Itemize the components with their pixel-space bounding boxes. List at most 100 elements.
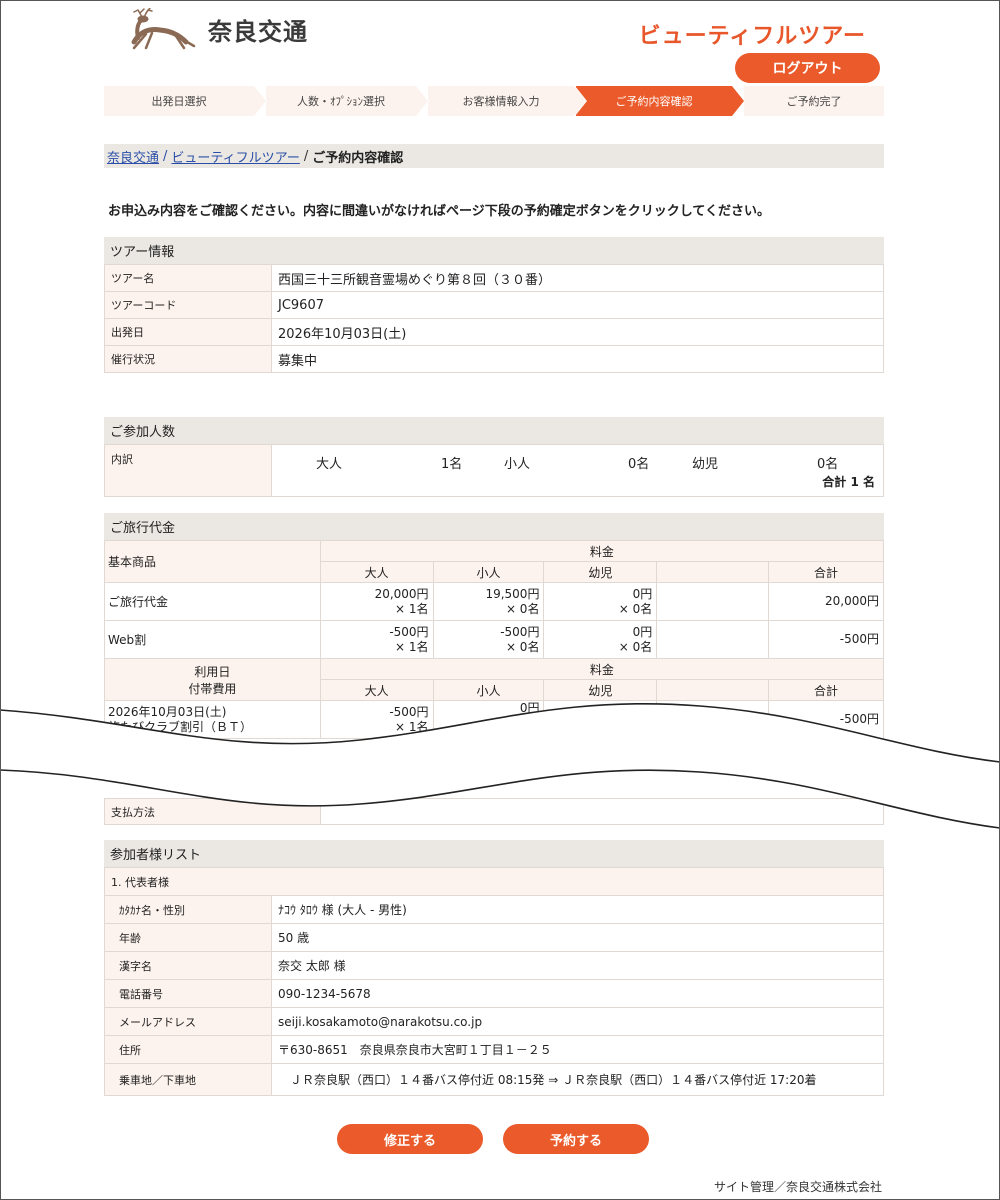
table-row: 1. 代表者様 xyxy=(104,867,884,896)
price-value: 0円 xyxy=(632,624,653,639)
child-price: 19,500円 × 0名 xyxy=(432,582,545,621)
step-date: 出発日選択 xyxy=(104,86,267,116)
section-title: 参加者様リスト xyxy=(104,840,884,867)
logout-button[interactable]: ログアウト xyxy=(735,53,880,83)
col-adult: 大人 xyxy=(319,679,434,701)
departure-date: 2026年10月03日(土) xyxy=(271,318,884,346)
notice-text: お申込み内容をご確認ください。内容に間違いがなければページ下段の予約確定ボタンを… xyxy=(108,204,770,219)
adult-price: -500円 × 1名 xyxy=(319,620,434,659)
row-label: 催行状況 xyxy=(104,345,272,373)
breadcrumb-link-tour[interactable]: ビューティフルツアー xyxy=(171,147,299,166)
table-row: ｶﾀｶﾅ名・性別 ﾅｺｳ ﾀﾛｳ 様 (大人 - 男性) xyxy=(104,895,884,924)
table-row: 住所 〒630-8651 奈良県奈良市大宮町１丁目１－２５ xyxy=(104,1035,884,1064)
adult-count: 1名 xyxy=(441,457,463,472)
section-title: ご旅行代金 xyxy=(104,513,884,540)
price-count: × 1名 xyxy=(395,601,429,616)
price-count: × 0名 xyxy=(505,601,540,616)
step-label: 出発日選択 xyxy=(151,95,207,108)
col-child: 小人 xyxy=(432,679,545,701)
adult-price: 20,000円 × 1名 xyxy=(319,582,434,621)
tour-status: 募集中 xyxy=(271,345,884,373)
boarding-info: ＪＲ奈良駅（西口）１４番バス停付近 08:15発 ⇒ ＪＲ奈良駅（西口）１４番バ… xyxy=(271,1063,884,1096)
page-break-wave xyxy=(0,702,1000,829)
row-label: ｶﾀｶﾅ名・性別 xyxy=(104,895,272,924)
email-address: seiji.kosakamoto@narakotsu.co.jp xyxy=(271,1007,884,1036)
col-adult: 大人 xyxy=(319,561,434,583)
brand-title: ビューティフルツアー xyxy=(638,24,866,49)
base-product-label: 基本商品 xyxy=(104,540,321,583)
row-label: ご旅行代金 xyxy=(104,582,321,621)
row-label: 乗車地／下車地 xyxy=(104,1063,272,1096)
participants-table: 内訳 大人 1名 小人 0名 幼児 0名 合計 1 名 xyxy=(104,444,884,497)
col-infant: 幼児 xyxy=(543,679,658,701)
table-row: 内訳 大人 1名 小人 0名 幼児 0名 合計 1 名 xyxy=(104,444,884,497)
breadcrumb: 奈良交通 / ビューティフルツアー / ご予約内容確認 xyxy=(104,144,884,168)
table-row: 基本商品 料金 xyxy=(104,540,885,583)
section-title: ご参加人数 xyxy=(104,417,884,444)
edit-button[interactable]: 修正する xyxy=(337,1124,483,1154)
empty-cell xyxy=(656,582,770,621)
row-label: 漢字名 xyxy=(104,951,272,980)
col-total: 合計 xyxy=(768,561,884,583)
usage-date-label: 利用日 xyxy=(194,664,231,679)
tour-code: JC9607 xyxy=(271,291,884,319)
kanji-name: 奈交 太郎 様 xyxy=(271,951,884,980)
step-options: 人数・ｵﾌﾟｼｮﾝ選択 xyxy=(266,86,429,116)
step-confirm: ご予約内容確認 xyxy=(576,86,744,116)
representative-header: 1. 代表者様 xyxy=(104,867,884,896)
table-row: 催行状況 募集中 xyxy=(104,345,884,373)
step-label: 人数・ｵﾌﾟｼｮﾝ選択 xyxy=(297,95,385,108)
row-label: メールアドレス xyxy=(104,1007,272,1036)
table-row: Web割 -500円 × 1名 -500円 × 0名 0円 × 0名 -500円 xyxy=(104,620,884,659)
section-title: ツアー情報 xyxy=(104,237,884,264)
participant-list-section: 参加者様リスト 1. 代表者様 ｶﾀｶﾅ名・性別 ﾅｺｳ ﾀﾛｳ 様 (大人 - … xyxy=(104,840,884,1096)
breadcrumb-current: ご予約内容確認 xyxy=(312,150,404,166)
participants-breakdown: 大人 1名 小人 0名 幼児 0名 合計 1 名 xyxy=(271,444,884,497)
infant-count: 0名 xyxy=(817,457,839,472)
fee-header: 料金 xyxy=(319,658,885,680)
price-count: × 1名 xyxy=(395,639,429,654)
row-label: 住所 xyxy=(104,1035,272,1064)
price-count: × 0名 xyxy=(618,639,653,654)
infant-price: 0円 × 0名 xyxy=(543,582,658,621)
kana-name: ﾅｺｳ ﾀﾛｳ 様 (大人 - 男性) xyxy=(271,895,884,924)
table-row: 乗車地／下車地 ＪＲ奈良駅（西口）１４番バス停付近 08:15発 ⇒ ＪＲ奈良駅… xyxy=(104,1063,884,1096)
age: 50 歳 xyxy=(271,923,884,952)
step-customer: お客様情報入力 xyxy=(428,86,587,116)
price-value: 20,000円 xyxy=(374,586,429,601)
logo-text: 奈良交通 xyxy=(208,17,308,46)
row-total: 20,000円 xyxy=(768,582,884,621)
step-label: ご予約内容確認 xyxy=(615,95,693,108)
tour-info-table: ツアー名 西国三十三所観音霊場めぐり第８回（３０番） ツアーコード JC9607 出… xyxy=(104,264,884,373)
fee-header: 料金 xyxy=(319,540,885,562)
row-label: 電話番号 xyxy=(104,979,272,1008)
child-price: -500円 × 0名 xyxy=(432,620,545,659)
table-row: 年齢 50 歳 xyxy=(104,923,884,952)
reserve-button[interactable]: 予約する xyxy=(503,1124,649,1154)
step-label: ご予約完了 xyxy=(786,95,842,108)
row-label: 出発日 xyxy=(104,318,272,346)
breadcrumb-link-nara[interactable]: 奈良交通 xyxy=(107,147,159,166)
price-count: × 0名 xyxy=(618,601,653,616)
tour-name: 西国三十三所観音霊場めぐり第８回（３０番） xyxy=(271,264,884,292)
table-row: 漢字名 奈交 太郎 様 xyxy=(104,951,884,980)
row-label: 内訳 xyxy=(104,444,272,497)
table-row: ご旅行代金 20,000円 × 1名 19,500円 × 0名 0円 × 0名 20,… xyxy=(104,582,884,621)
col-child: 小人 xyxy=(432,561,545,583)
infant-price: 0円 × 0名 xyxy=(543,620,658,659)
row-label: ツアーコード xyxy=(104,291,272,319)
tour-info-section: ツアー情報 ツアー名 西国三十三所観音霊場めぐり第８回（３０番） ツアーコード JC… xyxy=(104,237,884,373)
breadcrumb-sep: / xyxy=(163,148,168,164)
progress-steps: 出発日選択 人数・ｵﾌﾟｼｮﾝ選択 お客様情報入力 ご予約内容確認 ご予約完了 xyxy=(104,86,884,116)
participants-total: 合計 1 名 xyxy=(822,475,875,489)
table-row: ツアー名 西国三十三所観音霊場めぐり第８回（３０番） xyxy=(104,264,884,292)
step-complete: ご予約完了 xyxy=(744,86,884,116)
infant-label: 幼児 xyxy=(692,457,719,472)
footer-text: サイト管理／奈良交通株式会社 xyxy=(713,1180,882,1194)
price-value: -500円 xyxy=(500,624,540,639)
participant-list-table: 1. 代表者様 ｶﾀｶﾅ名・性別 ﾅｺｳ ﾀﾛｳ 様 (大人 - 男性) 年齢 50… xyxy=(104,867,884,1096)
row-label: ツアー名 xyxy=(104,264,272,292)
table-row: ツアーコード JC9607 xyxy=(104,291,884,319)
row-label: 年齢 xyxy=(104,923,272,952)
logo[interactable]: 奈良交通 xyxy=(126,8,308,50)
